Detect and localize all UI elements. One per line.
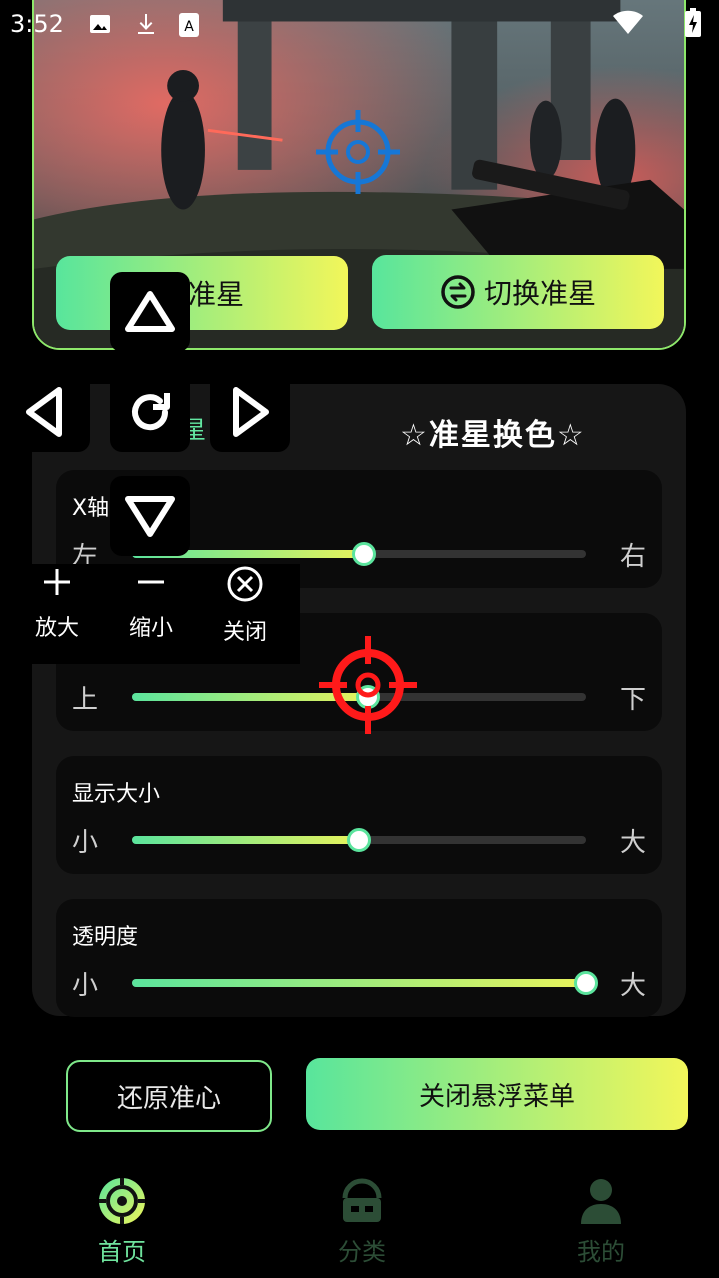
close-crosshair-button[interactable]: 闭准星 — [56, 256, 348, 330]
slider-fill — [132, 979, 586, 987]
red-crosshair-icon[interactable] — [317, 634, 419, 736]
reset-crosshair-button[interactable]: 还原准心 — [66, 1060, 272, 1132]
close-floating-menu-button[interactable]: 关闭悬浮菜单 — [306, 1058, 688, 1130]
triangle-down-icon — [125, 496, 175, 537]
target-icon — [99, 1178, 145, 1224]
plus-icon — [44, 569, 70, 595]
battery-icon — [685, 8, 701, 37]
switch-crosshair-label: 切换准星 — [483, 277, 596, 310]
slider-min-label: 小 — [72, 828, 99, 858]
slider-card-opacity: 透明度 小 大 — [56, 899, 662, 1017]
reset-crosshair-label: 还原准心 — [116, 1083, 221, 1114]
opacity-slider[interactable] — [132, 971, 598, 995]
zoom-out-button[interactable]: 缩小 — [106, 564, 196, 642]
zoom-in-label: 放大 — [34, 616, 79, 641]
move-down-button[interactable] — [110, 476, 190, 556]
slider-max-label: 下 — [619, 685, 646, 715]
swap-circle-icon — [441, 275, 475, 309]
a-badge-icon: A — [179, 13, 199, 37]
slider-card-size: 显示大小 小 大 — [56, 756, 662, 874]
user-icon — [581, 1179, 621, 1224]
triangle-right-icon — [233, 387, 269, 437]
refresh-icon — [132, 393, 170, 431]
slider-thumb[interactable] — [351, 542, 376, 566]
slider-min-label: 小 — [72, 971, 99, 1001]
move-up-button[interactable] — [110, 272, 190, 352]
move-right-button[interactable] — [210, 372, 290, 452]
download-icon — [138, 14, 154, 34]
nav-category[interactable]: 分类 — [302, 1176, 422, 1267]
reset-position-button[interactable] — [110, 372, 190, 452]
category-icon — [342, 1178, 382, 1222]
slider-label: 透明度 — [72, 925, 139, 950]
nav-me-label: 我的 — [577, 1238, 625, 1266]
wifi-icon — [613, 10, 643, 34]
close-floating-menu-label: 关闭悬浮菜单 — [418, 1081, 575, 1112]
x-axis-slider[interactable] — [132, 542, 586, 566]
slider-max-label: 大 — [619, 828, 646, 858]
nav-home-label: 首页 — [98, 1238, 146, 1266]
close-overlay-label: 关闭 — [222, 620, 267, 645]
nav-me[interactable]: 我的 — [541, 1176, 661, 1267]
switch-crosshair-button[interactable]: 切换准星 — [372, 255, 664, 329]
size-slider[interactable] — [132, 828, 586, 852]
slider-label: X轴 — [72, 496, 110, 521]
nav-home[interactable]: 首页 — [62, 1176, 182, 1267]
triangle-up-icon — [125, 291, 175, 332]
status-bar: 3:52 A — [0, 0, 719, 52]
slider-max-label: 右 — [619, 542, 646, 572]
nav-category-label: 分类 — [338, 1238, 386, 1266]
zoom-toolbar: 放大 缩小 关闭 — [0, 564, 300, 664]
zoom-out-label: 缩小 — [128, 616, 173, 641]
status-time: 3:52 — [10, 10, 64, 38]
slider-thumb[interactable] — [574, 971, 598, 995]
close-overlay-button[interactable]: 关闭 — [200, 564, 290, 646]
move-left-button[interactable] — [0, 372, 90, 452]
slider-min-label: 上 — [72, 685, 99, 715]
slider-fill — [132, 836, 359, 844]
svg-text:A: A — [184, 19, 194, 35]
slider-thumb[interactable] — [347, 828, 371, 852]
tab-crosshair-color[interactable]: ☆准星换色☆ — [400, 410, 586, 454]
triangle-left-icon — [26, 387, 62, 437]
close-circle-icon — [227, 566, 263, 602]
slider-max-label: 大 — [619, 971, 646, 1001]
zoom-in-button[interactable]: 放大 — [12, 564, 102, 642]
slider-label: 显示大小 — [72, 782, 161, 807]
blue-crosshair-icon — [316, 110, 400, 194]
minus-icon — [138, 580, 164, 584]
image-icon — [90, 15, 110, 33]
